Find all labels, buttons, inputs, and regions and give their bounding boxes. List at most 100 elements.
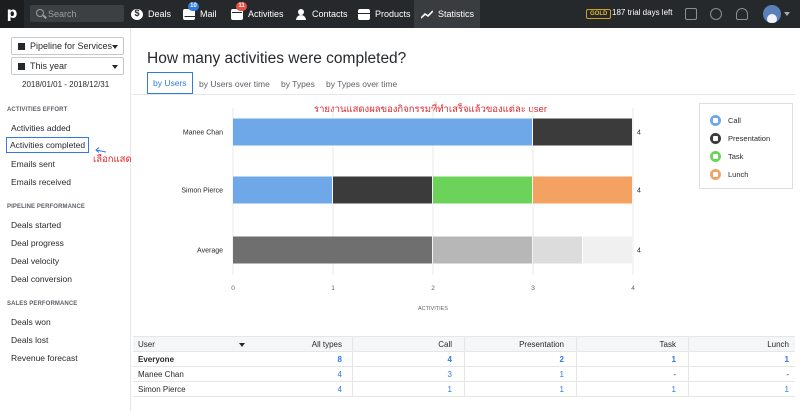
- sidebar-item-emails-received[interactable]: Emails received: [11, 177, 71, 187]
- cell-presentation[interactable]: 1: [560, 370, 564, 379]
- col-header-lunch[interactable]: Lunch: [767, 340, 789, 349]
- cell-call[interactable]: 1: [448, 385, 452, 394]
- column-divider: [464, 337, 465, 397]
- pipeline-select[interactable]: Pipeline for Services: [11, 37, 124, 55]
- x-tick-label: 1: [331, 285, 335, 292]
- sidebar-item-revenue-forecast[interactable]: Revenue forecast: [11, 353, 78, 363]
- sidebar-item-deal-conversion[interactable]: Deal conversion: [11, 274, 72, 284]
- legend-item-lunch[interactable]: Lunch: [710, 169, 748, 180]
- sidebar-item-activities-completed[interactable]: Activities completed: [6, 137, 90, 153]
- col-header-all-types[interactable]: All types: [312, 340, 342, 349]
- x-tick-label: 0: [231, 285, 235, 292]
- tab-by-types[interactable]: by Types: [281, 79, 315, 89]
- bar-total-label: 4: [637, 130, 641, 137]
- nav-products[interactable]: Products: [358, 0, 411, 28]
- tab-by-types-over-time[interactable]: by Types over time: [326, 79, 397, 89]
- cell-all-types[interactable]: 4: [338, 370, 342, 379]
- sidebar-item-deals-started[interactable]: Deals started: [11, 220, 61, 230]
- x-tick-label: 2: [431, 285, 435, 292]
- cell-lunch[interactable]: 1: [785, 355, 789, 364]
- bar-call: [233, 118, 532, 146]
- pipeline-select-value: Pipeline for Services: [30, 41, 113, 51]
- cell-task: -: [673, 370, 676, 379]
- bar-task: [433, 176, 532, 204]
- page-title: How many activities were completed?: [147, 50, 407, 67]
- add-icon[interactable]: [685, 8, 697, 20]
- tab-by-users[interactable]: by Users: [147, 72, 193, 94]
- user-avatar[interactable]: [763, 5, 781, 23]
- sidebar-item-activities-added[interactable]: Activities added: [11, 123, 71, 133]
- trial-days-text[interactable]: 187 trial days left: [612, 8, 672, 17]
- bar-total-label: 4: [637, 248, 641, 255]
- deals-icon: [131, 8, 143, 20]
- search-icon: [36, 9, 44, 17]
- cell-user: Everyone: [138, 355, 175, 364]
- sidebar-item-deals-won[interactable]: Deals won: [11, 317, 51, 327]
- sidebar-item-emails-sent[interactable]: Emails sent: [11, 159, 55, 169]
- chart-legend: Call Presentation Task Lunch: [699, 103, 793, 189]
- cell-call[interactable]: 4: [448, 355, 452, 364]
- nav-deals-label: Deals: [148, 9, 172, 19]
- plan-badge: GOLD: [586, 9, 612, 19]
- cell-user: Manee Chan: [138, 370, 184, 379]
- bar-call: [233, 236, 432, 264]
- cell-all-types[interactable]: 4: [338, 385, 342, 394]
- period-select[interactable]: This year: [11, 57, 124, 75]
- bar-lunch: [533, 176, 632, 204]
- cell-presentation[interactable]: 2: [560, 355, 564, 364]
- legend-item-task[interactable]: Task: [710, 151, 743, 162]
- chevron-down-icon: [112, 65, 118, 69]
- sort-desc-icon[interactable]: [239, 343, 245, 347]
- sidebar-item-deal-velocity[interactable]: Deal velocity: [11, 256, 59, 266]
- nav-deals[interactable]: Deals: [131, 0, 171, 28]
- chevron-down-icon[interactable]: [784, 12, 790, 16]
- contacts-icon: [295, 8, 307, 20]
- products-icon: [358, 8, 370, 20]
- mail-count-badge: 10: [188, 2, 199, 11]
- bar-presentation: [533, 118, 632, 146]
- column-divider: [352, 337, 353, 397]
- category-label: Simon Pierce: [181, 188, 223, 195]
- statistics-icon: [421, 9, 433, 19]
- col-header-user[interactable]: User: [138, 340, 155, 349]
- bar-call: [233, 176, 332, 204]
- col-header-presentation[interactable]: Presentation: [519, 340, 564, 349]
- date-range: 2018/01/01 - 2018/12/31: [22, 80, 110, 89]
- legend-item-presentation[interactable]: Presentation: [710, 133, 770, 144]
- pipedrive-logo[interactable]: p: [0, 0, 24, 28]
- column-divider: [576, 337, 577, 397]
- cell-lunch[interactable]: 1: [785, 385, 789, 394]
- nav-contacts[interactable]: Contacts: [295, 0, 348, 28]
- col-header-task[interactable]: Task: [660, 340, 676, 349]
- cell-task[interactable]: 1: [672, 385, 676, 394]
- pipeline-icon: [18, 42, 25, 50]
- notifications-icon[interactable]: [736, 8, 748, 20]
- legend-item-call[interactable]: Call: [710, 115, 741, 126]
- call-icon: [710, 115, 721, 126]
- category-label: Average: [197, 248, 223, 255]
- cell-lunch: -: [786, 370, 789, 379]
- col-header-call[interactable]: Call: [438, 340, 452, 349]
- search-input[interactable]: [48, 5, 120, 22]
- cell-all-types[interactable]: 8: [338, 355, 342, 364]
- cell-call[interactable]: 3: [448, 370, 452, 379]
- nav-products-label: Products: [375, 9, 411, 19]
- help-icon[interactable]: [710, 8, 722, 20]
- tab-by-users-over-time[interactable]: by Users over time: [199, 79, 270, 89]
- legend-label-task: Task: [728, 152, 744, 161]
- activities-chart-svg: 0 1 2 3 4 ACTIVITIES Manee Chan 4 Simon Pierce 4 A…: [181, 108, 641, 312]
- sidebar-item-deals-lost[interactable]: Deals lost: [11, 335, 48, 345]
- nav-statistics-label: Statistics: [438, 9, 475, 19]
- cell-user: Simon Pierce: [138, 385, 186, 394]
- chevron-down-icon: [112, 45, 118, 49]
- nav-statistics[interactable]: Statistics: [414, 0, 480, 28]
- sidebar-item-deal-progress[interactable]: Deal progress: [11, 238, 64, 248]
- cell-task[interactable]: 1: [672, 355, 676, 364]
- search-box[interactable]: [30, 5, 124, 22]
- section-sales-performance: SALES PERFORMANCE: [7, 301, 78, 307]
- bar-presentation: [433, 236, 532, 264]
- column-divider: [688, 337, 689, 397]
- section-pipeline-performance: PIPELINE PERFORMANCE: [7, 204, 86, 210]
- cell-presentation[interactable]: 1: [560, 385, 564, 394]
- x-axis-label: ACTIVITIES: [418, 306, 448, 312]
